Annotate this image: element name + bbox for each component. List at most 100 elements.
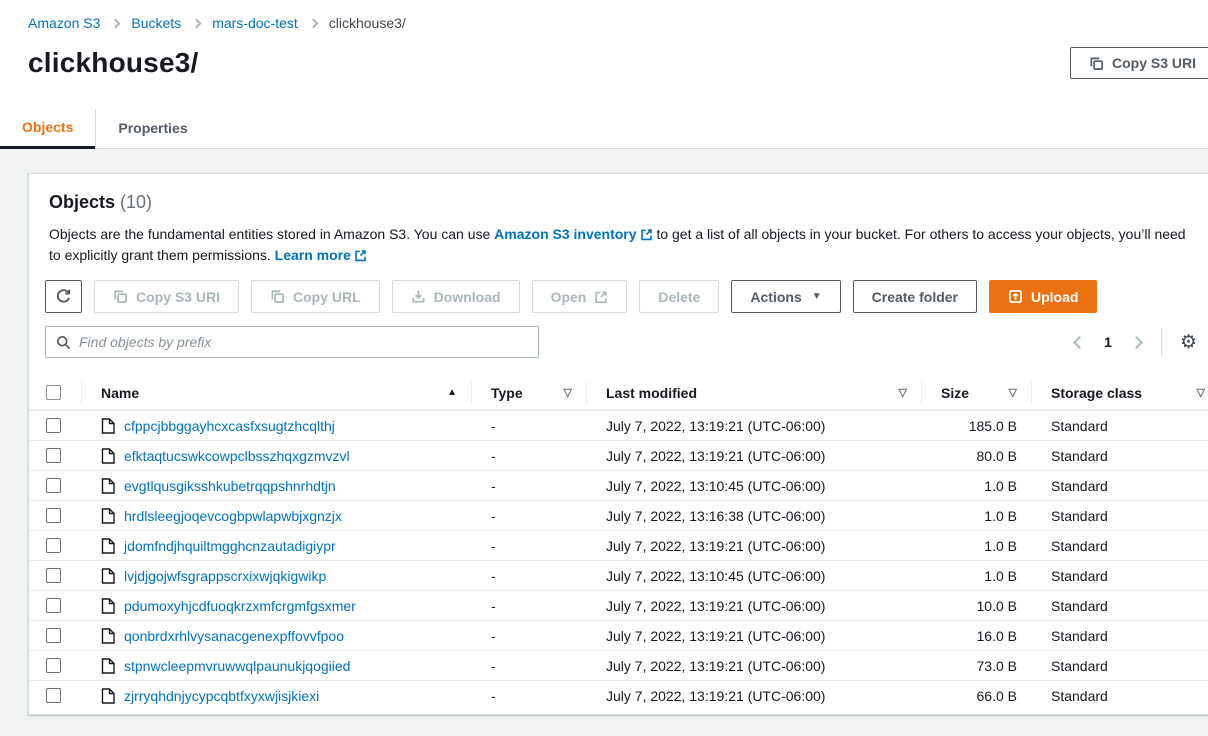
copy-s3-uri-label: Copy S3 URI: [136, 289, 220, 305]
object-type: -: [471, 561, 586, 590]
refresh-button[interactable]: [45, 280, 82, 313]
row-checkbox[interactable]: [46, 628, 61, 643]
breadcrumb-amazon-s3[interactable]: Amazon S3: [28, 15, 100, 31]
open-button[interactable]: Open: [532, 280, 628, 313]
object-last-modified: July 7, 2022, 13:19:21 (UTC-06:00): [586, 651, 921, 680]
row-checkbox[interactable]: [46, 598, 61, 613]
objects-table: Name ▲ Type ▽ Last modified ▽ Size ▽ Sto…: [29, 376, 1208, 710]
breadcrumb-bucket-name[interactable]: mars-doc-test: [212, 15, 298, 31]
preferences-gear-button[interactable]: ⚙: [1178, 331, 1199, 354]
search-box: [45, 326, 539, 358]
object-name-link[interactable]: qonbrdxrhlvysanacgenexpffovvfpoo: [124, 628, 344, 644]
copy-url-button[interactable]: Copy URL: [251, 280, 380, 313]
gear-icon: ⚙: [1180, 332, 1197, 353]
column-header-type[interactable]: Type ▽: [471, 376, 586, 409]
object-last-modified: July 7, 2022, 13:10:45 (UTC-06:00): [586, 561, 921, 590]
filter-row: 1 ⚙: [29, 313, 1208, 358]
row-checkbox[interactable]: [46, 508, 61, 523]
tab-properties[interactable]: Properties: [96, 107, 209, 149]
table-row: pdumoxyhjcdfuoqkrzxmfcrgmfgsxmer - July …: [29, 590, 1208, 620]
object-last-modified: July 7, 2022, 13:19:21 (UTC-06:00): [586, 621, 921, 650]
current-page-number[interactable]: 1: [1094, 334, 1122, 350]
object-size: 80.0 B: [921, 441, 1031, 470]
table-row: cfppcjbbggayhcxcasfxsugtzhcqlthj - July …: [29, 410, 1208, 440]
object-storage-class: Standard: [1031, 501, 1208, 530]
previous-page-button[interactable]: [1071, 334, 1088, 351]
file-icon: [101, 658, 115, 674]
row-checkbox-cell: [29, 651, 81, 680]
table-row: zjrryqhdnjycypcqbtfxyxwjisjkiexi - July …: [29, 680, 1208, 710]
upload-label: Upload: [1031, 289, 1078, 305]
copy-icon: [1089, 56, 1104, 71]
search-icon: [56, 335, 71, 350]
download-button[interactable]: Download: [392, 280, 520, 313]
object-name-link[interactable]: evgtlqusgiksshkubetrqqpshnrhdtjn: [124, 478, 336, 494]
object-size: 16.0 B: [921, 621, 1031, 650]
row-checkbox[interactable]: [46, 568, 61, 583]
column-header-name[interactable]: Name ▲: [81, 376, 471, 409]
tab-objects[interactable]: Objects: [0, 107, 95, 149]
description-text-1: Objects are the fundamental entities sto…: [49, 226, 490, 242]
object-name-link[interactable]: stpnwcleepmvruwwqlpaunukjqogiied: [124, 658, 350, 674]
object-name-link[interactable]: cfppcjbbggayhcxcasfxsugtzhcqlthj: [124, 418, 335, 434]
header-checkbox-cell: [29, 376, 81, 409]
title-row: clickhouse3/: [0, 31, 1208, 87]
next-page-button[interactable]: [1128, 334, 1145, 351]
external-link-icon: [640, 228, 653, 241]
page-header: Amazon S3 Buckets mars-doc-test clickhou…: [0, 0, 1208, 149]
download-icon: [411, 289, 426, 304]
learn-more-link[interactable]: Learn more: [275, 247, 367, 263]
object-name-link[interactable]: efktaqtucswkcowpclbsszhqxgzmvzvl: [124, 448, 350, 464]
delete-button[interactable]: Delete: [639, 280, 719, 313]
actions-dropdown-button[interactable]: Actions ▼: [731, 280, 840, 313]
storage-class-column-label: Storage class: [1051, 385, 1142, 401]
breadcrumb: Amazon S3 Buckets mars-doc-test clickhou…: [0, 0, 1208, 31]
object-name-cell: qonbrdxrhlvysanacgenexpffovvfpoo: [81, 621, 471, 650]
row-checkbox[interactable]: [46, 478, 61, 493]
sort-icon: ▽: [1197, 386, 1205, 399]
object-name-link[interactable]: zjrryqhdnjycypcqbtfxyxwjisjkiexi: [124, 688, 319, 704]
upload-button[interactable]: Upload: [989, 280, 1097, 313]
object-name-cell: evgtlqusgiksshkubetrqqpshnrhdtjn: [81, 471, 471, 500]
object-name-link[interactable]: hrdlsleegjoqevcogbpwlapwbjxgnzjx: [124, 508, 342, 524]
objects-title-text: Objects: [49, 192, 115, 212]
object-storage-class: Standard: [1031, 411, 1208, 440]
download-label: Download: [434, 289, 501, 305]
objects-description: Objects are the fundamental entities sto…: [49, 224, 1189, 266]
object-name-cell: lvjdjgojwfsgrappscrxixwjqkigwikp: [81, 561, 471, 590]
select-all-checkbox[interactable]: [46, 385, 61, 400]
object-type: -: [471, 471, 586, 500]
row-checkbox[interactable]: [46, 658, 61, 673]
object-name-link[interactable]: lvjdjgojwfsgrappscrxixwjqkigwikp: [124, 568, 326, 584]
file-icon: [101, 508, 115, 524]
file-icon: [101, 598, 115, 614]
column-header-storage-class[interactable]: Storage class ▽: [1031, 376, 1208, 409]
object-name-link[interactable]: jdomfndjhquiltmgghcnzautadigiypr: [124, 538, 336, 554]
column-header-size[interactable]: Size ▽: [921, 376, 1031, 409]
create-folder-button[interactable]: Create folder: [853, 280, 977, 313]
file-icon: [101, 568, 115, 584]
row-checkbox[interactable]: [46, 538, 61, 553]
row-checkbox[interactable]: [46, 418, 61, 433]
object-type: -: [471, 621, 586, 650]
sort-icon: ▽: [899, 386, 907, 399]
file-icon: [101, 448, 115, 464]
breadcrumb-current: clickhouse3/: [329, 15, 406, 31]
amazon-s3-inventory-link[interactable]: Amazon S3 inventory: [494, 226, 652, 242]
search-input[interactable]: [79, 334, 528, 350]
breadcrumb-buckets[interactable]: Buckets: [131, 15, 181, 31]
object-storage-class: Standard: [1031, 591, 1208, 620]
table-row: evgtlqusgiksshkubetrqqpshnrhdtjn - July …: [29, 470, 1208, 500]
copy-s3-uri-button[interactable]: Copy S3 URI: [94, 280, 239, 313]
copy-s3-uri-header-button[interactable]: Copy S3 URI: [1070, 47, 1208, 79]
row-checkbox[interactable]: [46, 688, 61, 703]
object-last-modified: July 7, 2022, 13:19:21 (UTC-06:00): [586, 591, 921, 620]
object-storage-class: Standard: [1031, 681, 1208, 710]
object-name-link[interactable]: pdumoxyhjcdfuoqkrzxmfcrgmfgsxmer: [124, 598, 356, 614]
object-last-modified: July 7, 2022, 13:16:38 (UTC-06:00): [586, 501, 921, 530]
column-header-last-modified[interactable]: Last modified ▽: [586, 376, 921, 409]
objects-card: Objects(10) Objects are the fundamental …: [28, 173, 1208, 715]
learn-more-label: Learn more: [275, 247, 351, 263]
row-checkbox[interactable]: [46, 448, 61, 463]
object-storage-class: Standard: [1031, 531, 1208, 560]
